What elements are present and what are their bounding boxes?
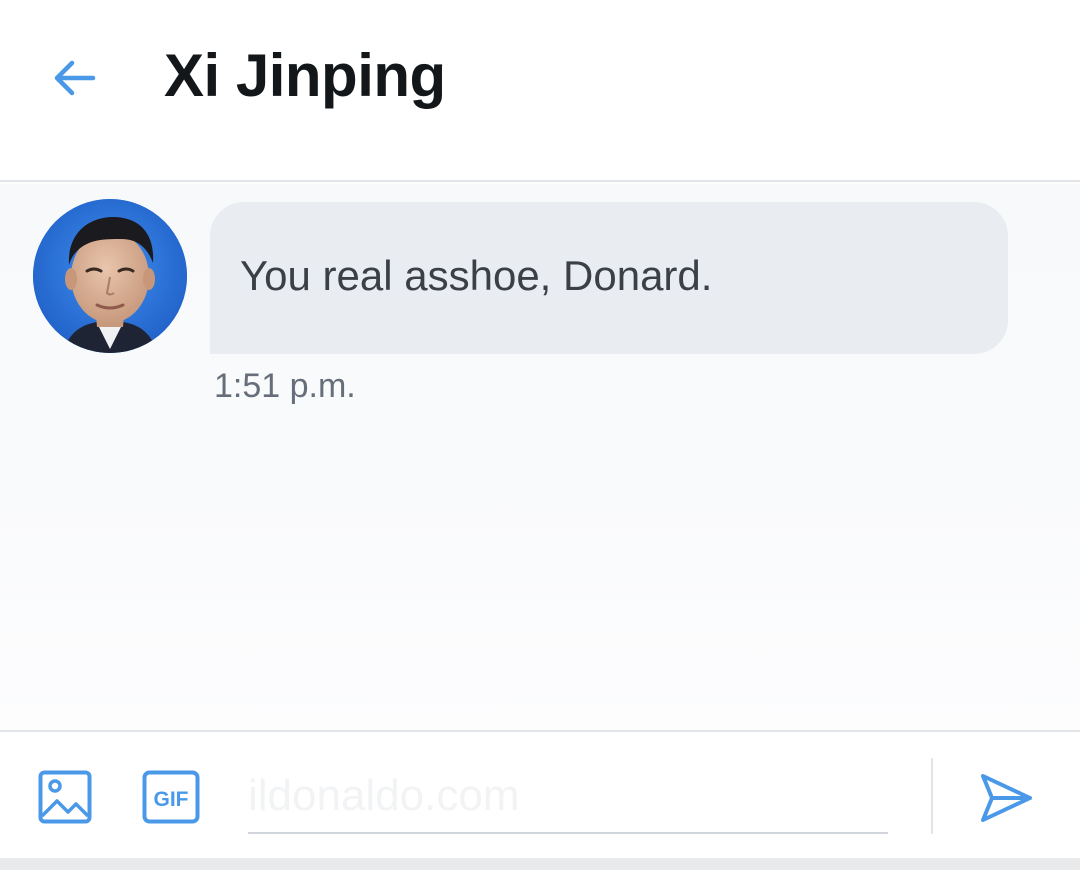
arrow-left-icon bbox=[54, 60, 96, 96]
send-icon bbox=[981, 774, 1032, 822]
back-button[interactable] bbox=[48, 52, 100, 104]
user-avatar-photo bbox=[33, 199, 187, 353]
conversation-title: Xi Jinping bbox=[164, 42, 446, 109]
composer-divider bbox=[931, 758, 933, 834]
image-icon bbox=[38, 770, 92, 824]
gif-label: GIF bbox=[154, 788, 189, 811]
avatar[interactable] bbox=[33, 199, 187, 353]
add-gif-button[interactable]: GIF bbox=[142, 770, 200, 824]
message-bubble[interactable]: You real asshoe, Donard. bbox=[210, 202, 1008, 354]
send-button[interactable] bbox=[978, 770, 1034, 826]
add-photo-button[interactable] bbox=[38, 770, 92, 824]
gif-icon: GIF bbox=[142, 770, 200, 824]
message-input[interactable] bbox=[248, 760, 888, 834]
message-composer: GIF bbox=[0, 730, 1080, 858]
bottom-bar bbox=[0, 858, 1080, 870]
message-text: You real asshoe, Donard. bbox=[240, 252, 713, 299]
message-timestamp: 1:51 p.m. bbox=[214, 367, 356, 405]
dm-screen: Xi Jinping You real asshoe, Donard. 1:51… bbox=[0, 0, 1080, 870]
conversation-header: Xi Jinping bbox=[0, 0, 1080, 182]
message-list[interactable]: You real asshoe, Donard. 1:51 p.m. bbox=[0, 184, 1080, 730]
